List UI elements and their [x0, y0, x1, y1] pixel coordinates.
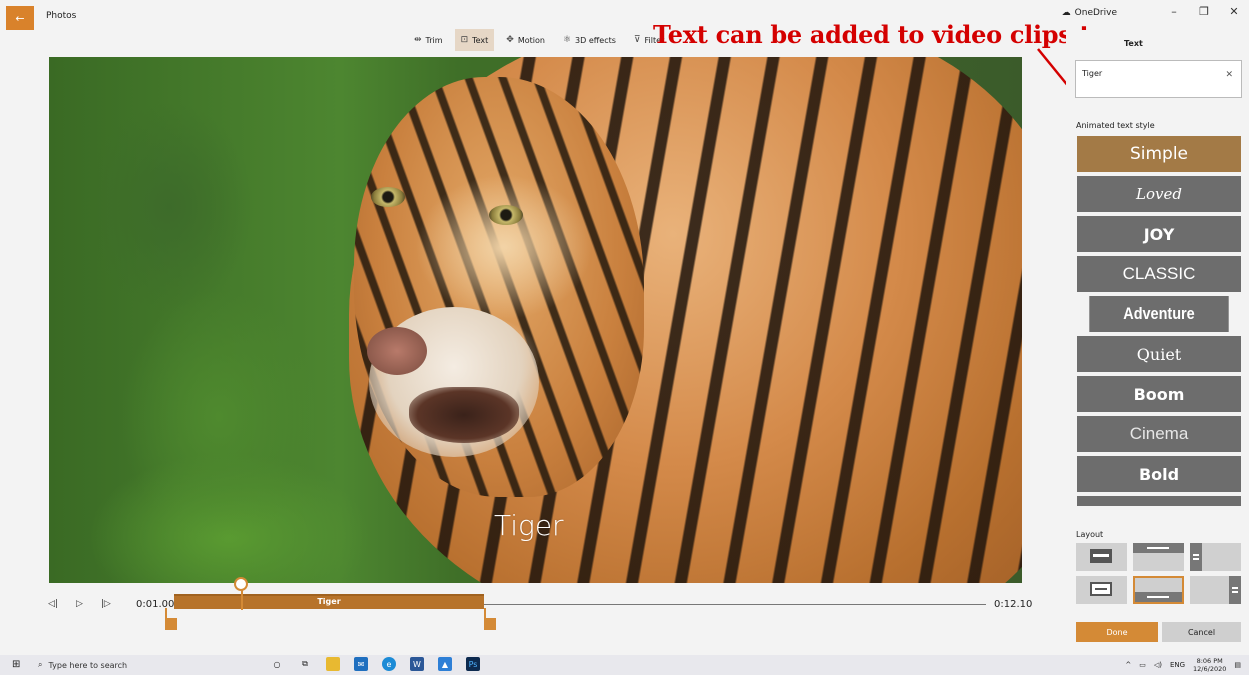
style-classic[interactable]: CLASSIC — [1077, 256, 1241, 292]
style-more[interactable] — [1077, 496, 1241, 506]
windows-start-icon[interactable]: ⊞ — [12, 659, 20, 670]
window-controls: – ❐ ✕ — [1165, 5, 1243, 18]
cancel-button[interactable]: Cancel — [1162, 622, 1241, 642]
language-indicator[interactable]: ENG — [1170, 661, 1185, 669]
3d-effects-label: 3D effects — [575, 35, 616, 45]
playhead-line — [241, 590, 243, 610]
motion-icon: ✥ — [506, 35, 514, 45]
file-explorer-icon[interactable] — [326, 657, 340, 671]
text-panel: Text ✕ Animated text style Simple Loved … — [1066, 30, 1249, 655]
taskbar: ⊞ ⌕ Type here to search ○ ⧉ ✉ e W ▲ Ps ^… — [0, 655, 1249, 675]
layout-right-side[interactable] — [1190, 576, 1241, 604]
step-back-icon[interactable]: ◁| — [48, 599, 58, 609]
cortana-icon[interactable]: ○ — [270, 657, 284, 671]
back-button[interactable]: ← — [6, 6, 34, 30]
motion-label: Motion — [517, 35, 545, 45]
tiger-nose — [367, 327, 427, 375]
text-button[interactable]: ⊡ Text — [454, 29, 495, 51]
taskbar-apps: ○ ⧉ ✉ e W ▲ Ps — [270, 657, 480, 671]
motion-button[interactable]: ✥ Motion — [500, 29, 551, 51]
done-button[interactable]: Done — [1076, 622, 1158, 642]
onedrive-button[interactable]: ☁ OneDrive — [1062, 8, 1117, 18]
range-start-handle[interactable] — [165, 608, 177, 630]
style-joy[interactable]: JOY — [1077, 216, 1241, 252]
task-view-icon[interactable]: ⧉ — [298, 657, 312, 671]
range-end-handle[interactable] — [484, 608, 496, 630]
filter-icon: ⊽ — [633, 35, 641, 45]
layout-left-side[interactable] — [1190, 543, 1241, 571]
playback-controls: ◁| ▷ |▷ — [48, 599, 111, 609]
trim-button[interactable]: ⇹ Trim — [408, 29, 449, 51]
text-label: Text — [472, 35, 489, 45]
3d-effects-button[interactable]: ⚛ 3D effects — [557, 29, 622, 51]
tiger-mouth — [409, 387, 519, 443]
text-style-list: Simple Loved JOY CLASSIC Adventure Quiet… — [1077, 136, 1241, 506]
panel-title: Text — [1124, 39, 1143, 48]
style-adventure[interactable]: Adventure — [1089, 296, 1229, 332]
system-tray: ^ ▭ ◁) ENG 8:06 PM 12/6/2020 ▤ — [1125, 657, 1241, 673]
style-quiet[interactable]: Quiet — [1077, 336, 1241, 372]
trim-icon: ⇹ — [414, 35, 422, 45]
text-icon: ⊡ — [460, 35, 469, 45]
text-field[interactable]: ✕ — [1075, 60, 1242, 98]
clock-date: 12/6/2020 — [1193, 665, 1227, 673]
3d-effects-icon: ⚛ — [562, 35, 572, 45]
cloud-icon: ☁ — [1061, 8, 1071, 18]
minimize-button[interactable]: – — [1165, 5, 1183, 18]
close-window-button[interactable]: ✕ — [1225, 5, 1243, 18]
layout-center-box[interactable] — [1076, 576, 1127, 604]
mail-icon[interactable]: ✉ — [354, 657, 368, 671]
step-forward-icon[interactable]: |▷ — [101, 599, 111, 609]
taskbar-search[interactable]: ⌕ Type here to search — [38, 657, 238, 673]
layout-bottom[interactable] — [1133, 576, 1184, 604]
tiger-eye-right — [489, 205, 523, 225]
clock-time: 8:06 PM — [1196, 657, 1223, 665]
back-arrow-icon: ← — [15, 11, 25, 25]
network-icon[interactable]: ▭ — [1139, 661, 1146, 669]
layout-top[interactable] — [1133, 543, 1184, 571]
search-icon: ⌕ — [38, 660, 43, 669]
trim-label: Trim — [425, 35, 443, 45]
edge-icon[interactable]: e — [382, 657, 396, 671]
volume-icon[interactable]: ◁) — [1154, 661, 1162, 669]
photoshop-icon[interactable]: Ps — [466, 657, 480, 671]
layout-center-bar[interactable] — [1076, 543, 1127, 571]
timeline: ◁| ▷ |▷ 0:01.00 Tiger 0:12.10 — [40, 577, 1040, 635]
style-loved[interactable]: Loved — [1077, 176, 1241, 212]
restore-button[interactable]: ❐ — [1195, 5, 1213, 18]
app-title: Photos — [46, 11, 77, 21]
close-icon[interactable]: ✕ — [1225, 70, 1233, 80]
video-preview[interactable]: Tiger — [49, 57, 1022, 583]
onedrive-label: OneDrive — [1074, 8, 1117, 18]
text-clip-range[interactable]: Tiger — [174, 594, 484, 609]
notifications-icon[interactable]: ▤ — [1234, 661, 1241, 669]
play-icon[interactable]: ▷ — [76, 599, 83, 609]
style-bold[interactable]: Bold — [1077, 456, 1241, 492]
word-icon[interactable]: W — [410, 657, 424, 671]
style-simple[interactable]: Simple — [1077, 136, 1241, 172]
chevron-up-icon[interactable]: ^ — [1125, 661, 1131, 669]
text-input[interactable] — [1082, 69, 1212, 78]
style-boom[interactable]: Boom — [1077, 376, 1241, 412]
video-text-overlay: Tiger — [494, 509, 564, 542]
animated-text-style-heading: Animated text style — [1076, 121, 1155, 130]
edit-toolbar: ⇹ Trim ⊡ Text ✥ Motion ⚛ 3D effects ⊽ Fi… — [408, 29, 670, 51]
clock[interactable]: 8:06 PM 12/6/2020 — [1193, 657, 1226, 673]
photos-app-window: ← Photos ☁ OneDrive – ❐ ✕ ⇹ Trim ⊡ Text … — [0, 0, 1249, 675]
text-clip-label: Tiger — [317, 597, 341, 606]
style-cinema[interactable]: Cinema — [1077, 416, 1241, 452]
search-placeholder: Type here to search — [48, 660, 128, 670]
playhead[interactable] — [234, 577, 248, 591]
end-time: 0:12.10 — [994, 599, 1033, 610]
layout-heading: Layout — [1076, 530, 1104, 539]
photos-icon[interactable]: ▲ — [438, 657, 452, 671]
layout-grid — [1076, 543, 1242, 604]
tiger-eye-left — [371, 187, 405, 207]
